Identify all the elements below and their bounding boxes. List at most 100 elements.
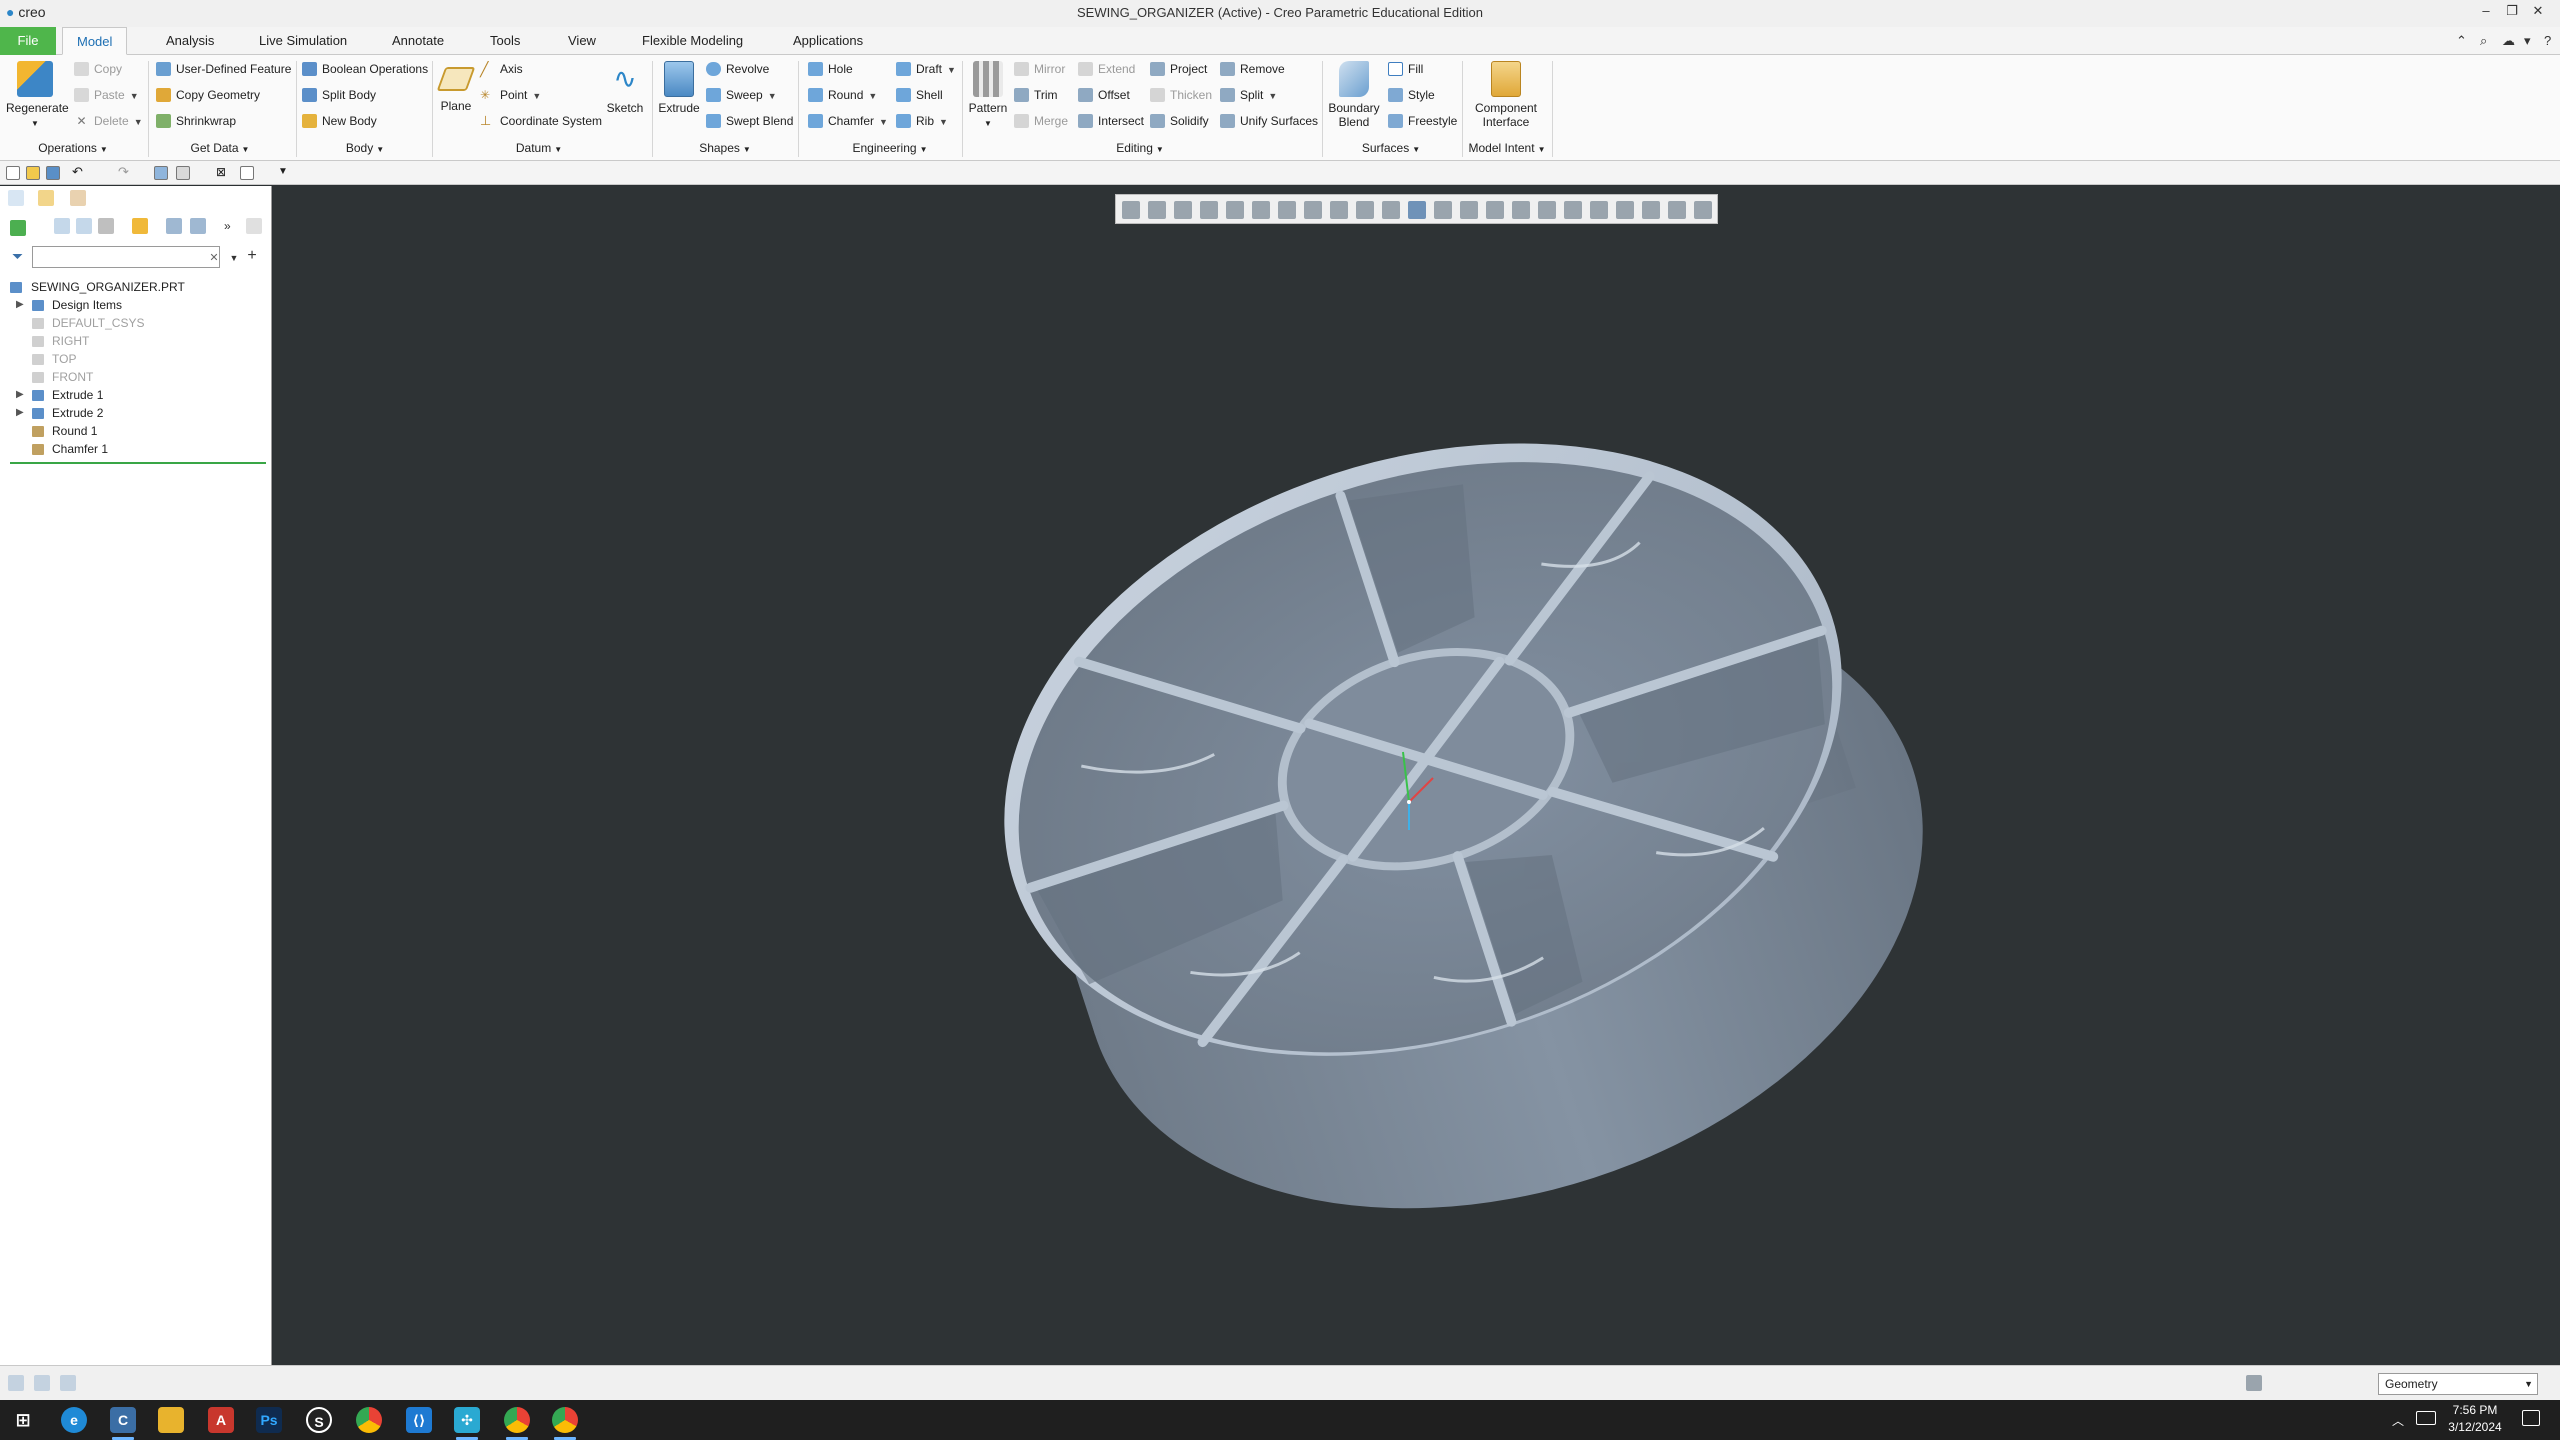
show-icon[interactable] bbox=[98, 218, 114, 234]
pause-animation-icon[interactable] bbox=[1668, 201, 1686, 219]
tray-chevron-icon[interactable]: ︿ bbox=[2392, 1412, 2404, 1429]
display-style-icon[interactable] bbox=[1226, 201, 1244, 219]
revolve-button[interactable]: Revolve bbox=[706, 59, 769, 79]
swept-blend-button[interactable]: Swept Blend bbox=[706, 111, 793, 131]
pattern-button[interactable]: Pattern ▼ bbox=[966, 61, 1010, 131]
solidify-button[interactable]: Solidify bbox=[1150, 111, 1209, 131]
group-datum[interactable]: Datum ▼ bbox=[504, 141, 574, 155]
extend-button[interactable]: Extend bbox=[1078, 59, 1135, 79]
tree-columns-settings-icon[interactable] bbox=[190, 218, 206, 234]
tab-tools[interactable]: Tools bbox=[476, 27, 534, 55]
expand-arrow-icon[interactable]: ▶ bbox=[16, 404, 24, 422]
windows-start-icon[interactable]: ⊞ bbox=[10, 1407, 36, 1433]
vscode-icon[interactable]: ⟨⟩ bbox=[406, 1407, 432, 1433]
filter-icon[interactable]: ⏷ bbox=[12, 248, 28, 264]
folder-browser-tab-icon[interactable] bbox=[38, 190, 54, 206]
undo-icon[interactable]: ↶ bbox=[72, 165, 86, 180]
group-get-data[interactable]: Get Data ▼ bbox=[180, 141, 260, 155]
new-file-icon[interactable] bbox=[6, 166, 20, 180]
trim-button[interactable]: Trim bbox=[1014, 85, 1058, 105]
file-explorer-icon[interactable] bbox=[158, 1407, 184, 1433]
open-file-icon[interactable] bbox=[26, 166, 40, 180]
extrude-button[interactable]: Extrude bbox=[656, 61, 702, 115]
point-button[interactable]: ✳ Point ▼ bbox=[480, 85, 541, 105]
freestyle-button[interactable]: Freestyle bbox=[1388, 111, 1457, 131]
shell-button[interactable]: Shell bbox=[896, 85, 943, 105]
show-browser-icon[interactable] bbox=[34, 1375, 50, 1391]
panel-menu-icon[interactable] bbox=[246, 218, 262, 234]
spin-center-display-icon[interactable] bbox=[1564, 201, 1582, 219]
acrobat-icon[interactable]: A bbox=[208, 1407, 234, 1433]
spin-center-icon[interactable] bbox=[1356, 201, 1374, 219]
axis-button[interactable]: ╱ Axis bbox=[480, 59, 523, 79]
tab-file[interactable]: File bbox=[0, 27, 56, 55]
tab-applications[interactable]: Applications bbox=[779, 27, 877, 55]
tab-view[interactable]: View bbox=[554, 27, 610, 55]
tab-live-simulation[interactable]: Live Simulation bbox=[245, 27, 361, 55]
csys-display-icon[interactable] bbox=[1512, 201, 1530, 219]
style-button[interactable]: Style bbox=[1388, 85, 1435, 105]
graphics-window[interactable] bbox=[273, 186, 2560, 1365]
expand-arrow-icon[interactable]: ▶ bbox=[16, 296, 24, 314]
full-screen-icon[interactable] bbox=[60, 1375, 76, 1391]
saved-orientations-icon[interactable] bbox=[1252, 201, 1270, 219]
split-button[interactable]: Split ▼ bbox=[1220, 85, 1277, 105]
redo-icon[interactable]: ↷ bbox=[118, 165, 132, 180]
section-view-icon[interactable] bbox=[1382, 201, 1400, 219]
view-manager-icon[interactable] bbox=[1278, 201, 1296, 219]
offset-button[interactable]: Offset bbox=[1078, 85, 1130, 105]
clear-search-icon[interactable]: ✕ bbox=[206, 250, 222, 266]
select-icon[interactable] bbox=[240, 166, 254, 180]
selection-filter-dropdown[interactable]: Geometry ▼ bbox=[2378, 1373, 2538, 1395]
shading-icon[interactable] bbox=[1408, 201, 1426, 219]
fill-button[interactable]: Fill bbox=[1388, 59, 1423, 79]
refit-icon[interactable] bbox=[1122, 201, 1140, 219]
steam-icon[interactable]: S bbox=[306, 1407, 332, 1433]
regenerate-button[interactable]: Regenerate ▼ bbox=[6, 61, 69, 131]
plane-button[interactable]: Plane bbox=[436, 61, 476, 113]
group-operations[interactable]: Operations ▼ bbox=[30, 141, 116, 155]
tab-analysis[interactable]: Analysis bbox=[152, 27, 228, 55]
annotation-display-icon[interactable] bbox=[1538, 201, 1556, 219]
point-display-icon[interactable] bbox=[1486, 201, 1504, 219]
sketch-button[interactable]: ∿ Sketch bbox=[604, 61, 646, 115]
tree-columns-icon[interactable] bbox=[76, 218, 92, 234]
component-interface-button[interactable]: Component Interface bbox=[1470, 61, 1542, 129]
round-button[interactable]: Round ▼ bbox=[808, 85, 877, 105]
coordinate-system-button[interactable]: ⊥ Coordinate System bbox=[480, 111, 602, 131]
model-tree-search-input[interactable] bbox=[32, 246, 220, 268]
search-icon[interactable]: ⌕ bbox=[2480, 33, 2487, 49]
named-views-icon[interactable] bbox=[1330, 201, 1348, 219]
help-icon[interactable]: ? bbox=[2544, 33, 2551, 48]
tree-filters-icon[interactable] bbox=[166, 218, 182, 234]
settings-icon[interactable] bbox=[132, 218, 148, 234]
shrinkwrap-button[interactable]: Shrinkwrap bbox=[156, 111, 236, 131]
datum-display-filters-icon[interactable] bbox=[1642, 201, 1660, 219]
chrome-icon[interactable] bbox=[552, 1407, 578, 1433]
close-window-icon[interactable]: ⊠ bbox=[216, 166, 230, 180]
chrome-icon[interactable] bbox=[356, 1407, 382, 1433]
remove-button[interactable]: Remove bbox=[1220, 59, 1285, 79]
model-3d-view[interactable] bbox=[273, 186, 2560, 1365]
tab-annotate[interactable]: Annotate bbox=[378, 27, 458, 55]
close-icon[interactable]: ✕ bbox=[2528, 3, 2548, 23]
windows-icon[interactable] bbox=[176, 166, 190, 180]
user-defined-feature-button[interactable]: User-Defined Feature bbox=[156, 59, 291, 79]
new-body-button[interactable]: New Body bbox=[302, 111, 377, 131]
save-icon[interactable] bbox=[46, 166, 60, 180]
plane-display-icon[interactable] bbox=[1434, 201, 1452, 219]
group-shapes[interactable]: Shapes ▼ bbox=[690, 141, 760, 155]
boundary-blend-button[interactable]: Boundary Blend bbox=[1326, 61, 1382, 129]
notifications-icon[interactable] bbox=[2522, 1410, 2540, 1426]
thicken-button[interactable]: Thicken bbox=[1150, 85, 1212, 105]
tree-list-icon[interactable] bbox=[54, 218, 70, 234]
hole-button[interactable]: Hole bbox=[808, 59, 853, 79]
mirror-button[interactable]: Mirror bbox=[1014, 59, 1065, 79]
intersect-button[interactable]: Intersect bbox=[1078, 111, 1144, 131]
boolean-operations-button[interactable]: Boolean Operations bbox=[302, 59, 428, 79]
collapse-ribbon-icon[interactable]: ⌃ bbox=[2456, 33, 2467, 49]
help-dropdown-icon[interactable]: ▾ bbox=[2524, 33, 2531, 49]
tab-model[interactable]: Model bbox=[62, 27, 128, 55]
photoshop-icon[interactable]: Ps bbox=[256, 1407, 282, 1433]
paste-button[interactable]: Paste ▼ bbox=[74, 85, 139, 105]
